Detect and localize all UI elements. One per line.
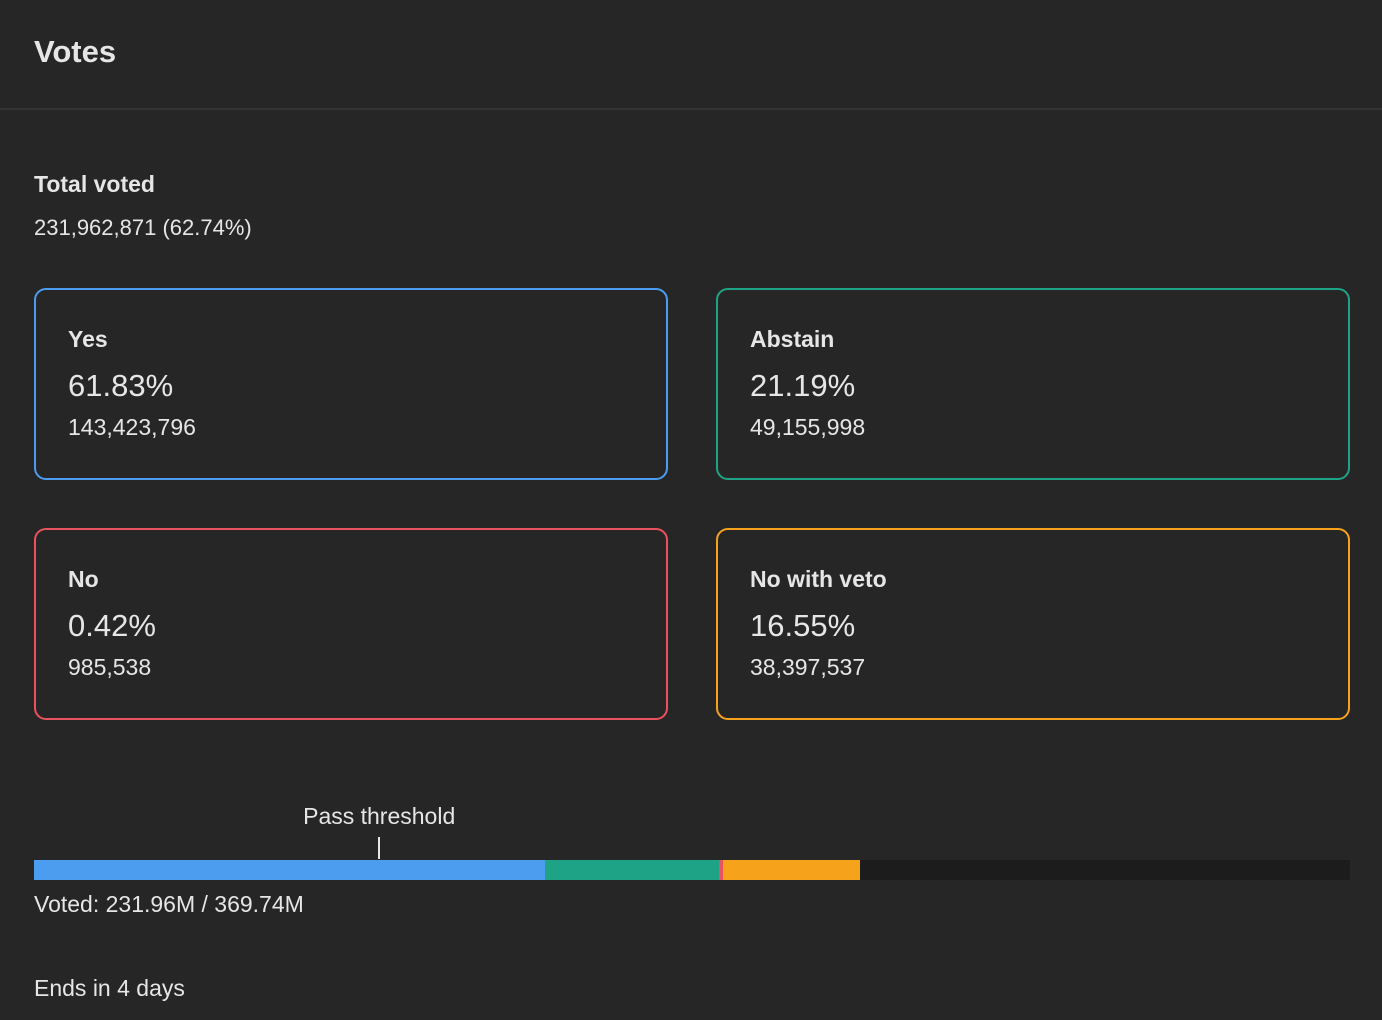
vote-option-count: 49,155,998	[750, 414, 866, 440]
votes-header: Votes	[0, 0, 1382, 110]
vote-option-percent: 0.42%	[68, 608, 156, 643]
vote-option-label: No with veto	[750, 566, 887, 592]
vote-option-percent: 16.55%	[750, 608, 856, 643]
pass-threshold-label: Pass threshold	[303, 803, 456, 829]
vote-progress-bar	[34, 860, 1350, 880]
total-voted-label: Total voted	[34, 171, 155, 197]
vote-option-label: Abstain	[750, 326, 835, 352]
vote-option-percent: 21.19%	[750, 368, 856, 403]
vote-option-label: No	[68, 566, 99, 592]
pass-threshold-marker	[378, 837, 381, 859]
vote-option-count: 985,538	[68, 654, 152, 680]
vote-option-label: Yes	[68, 326, 108, 352]
vote-card-no: No 0.42% 985,538	[34, 528, 668, 720]
vote-card-abstain: Abstain 21.19% 49,155,998	[716, 288, 1350, 480]
panel-title: Votes	[34, 34, 117, 69]
vote-option-count: 38,397,537	[750, 654, 866, 680]
vote-card-no-with-veto: No with veto 16.55% 38,397,537	[716, 528, 1350, 720]
vote-bar-segment-no-with-veto	[722, 860, 860, 880]
ends-in-text: Ends in 4 days	[34, 975, 185, 1001]
vote-bar-segment-yes	[34, 860, 545, 880]
votes-panel: Votes Total voted 231,962,871 (62.74%) Y…	[0, 0, 1382, 1020]
vote-option-percent: 61.83%	[68, 368, 174, 403]
voted-summary: Voted: 231.96M / 369.74M	[34, 891, 304, 917]
vote-option-count: 143,423,796	[68, 414, 196, 440]
vote-bar-segment-abstain	[544, 860, 720, 880]
total-voted-value: 231,962,871 (62.74%)	[34, 215, 252, 240]
vote-card-yes: Yes 61.83% 143,423,796	[34, 288, 668, 480]
